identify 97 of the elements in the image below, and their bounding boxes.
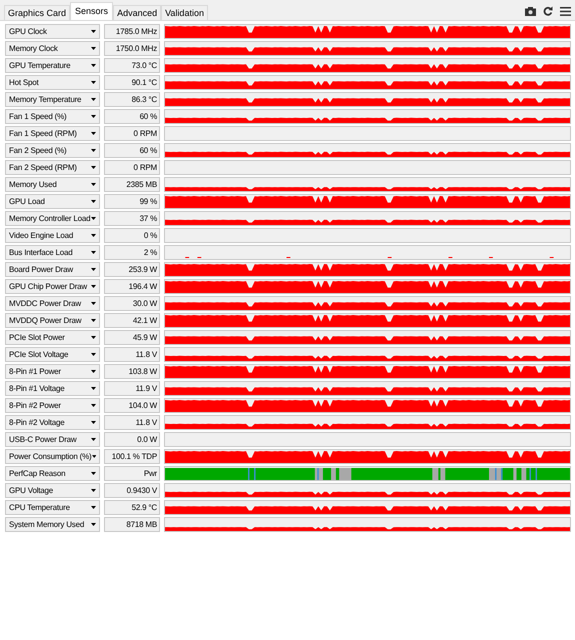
sensor-value[interactable]: 8718 MB (104, 517, 160, 532)
caret-icon (91, 285, 96, 288)
sensor-dropdown[interactable]: Fan 2 Speed (RPM) (5, 160, 100, 175)
sensor-value[interactable]: 0 RPM (104, 126, 160, 141)
sensor-value[interactable]: 0.9430 V (104, 483, 160, 498)
sensor-dropdown[interactable]: Memory Controller Load (5, 211, 100, 226)
sensor-value[interactable]: 103.8 W (104, 364, 160, 379)
caret-icon (91, 319, 96, 322)
caret-icon (91, 353, 96, 356)
sensor-value[interactable]: 37 % (104, 211, 160, 226)
caret-icon (91, 506, 96, 509)
sensor-value[interactable]: 90.1 °C (104, 75, 160, 90)
sensor-value[interactable]: 0.0 W (104, 432, 160, 447)
caret-icon (91, 64, 96, 67)
caret-icon (91, 149, 96, 152)
menu-icon[interactable] (560, 6, 571, 16)
sensor-value[interactable]: 2 % (104, 245, 160, 260)
caret-icon (91, 404, 96, 407)
caret-icon (91, 30, 96, 33)
camera-icon[interactable] (525, 6, 536, 16)
sensor-value[interactable]: 30.0 W (104, 296, 160, 311)
caret-icon (91, 472, 96, 475)
sensor-dropdown[interactable]: PCIe Slot Power (5, 330, 100, 345)
caret-icon (91, 234, 96, 237)
refresh-icon[interactable] (543, 6, 553, 16)
caret-icon (91, 336, 96, 339)
sensor-value[interactable]: 99 % (104, 194, 160, 209)
caret-icon (91, 387, 96, 390)
sensor-value[interactable]: 1750.0 MHz (104, 41, 160, 56)
sensor-value[interactable]: 11.8 V (104, 347, 160, 362)
sensor-dropdown[interactable]: CPU Temperature (5, 500, 100, 515)
sensor-value[interactable]: 52.9 °C (104, 500, 160, 515)
caret-icon (91, 302, 96, 305)
sensor-value[interactable]: 253.9 W (104, 262, 160, 277)
sensor-dropdown[interactable]: Fan 1 Speed (%) (5, 109, 100, 124)
sensor-value[interactable]: 60 % (104, 109, 160, 124)
caret-icon (91, 200, 96, 203)
sensor-dropdown[interactable]: Power Consumption (%) (5, 449, 100, 464)
caret-icon (91, 81, 96, 84)
sensor-dropdown[interactable]: System Memory Used (5, 517, 100, 532)
sensor-dropdown[interactable]: MVDDC Power Draw (5, 296, 100, 311)
tab[interactable]: Advanced (113, 5, 162, 20)
sensor-dropdown[interactable]: PCIe Slot Voltage (5, 347, 100, 362)
caret-icon (91, 421, 96, 424)
caret-icon (91, 268, 96, 271)
caret-icon (91, 438, 96, 441)
sensor-dropdown[interactable]: Board Power Draw (5, 262, 100, 277)
sensor-dropdown[interactable]: 8-Pin #2 Power (5, 398, 100, 413)
sensor-dropdown[interactable]: GPU Clock (5, 24, 100, 39)
caret-icon (91, 166, 96, 169)
sensor-value[interactable]: 104.0 W (104, 398, 160, 413)
sensor-dropdown[interactable]: Memory Used (5, 177, 100, 192)
sensor-value[interactable]: 2385 MB (104, 177, 160, 192)
sensor-value[interactable]: 45.9 W (104, 330, 160, 345)
sensor-dropdown[interactable]: Video Engine Load (5, 228, 100, 243)
caret-icon (91, 47, 96, 50)
sensor-dropdown[interactable]: Memory Temperature (5, 92, 100, 107)
sensor-dropdown[interactable]: USB-C Power Draw (5, 432, 100, 447)
caret-icon (91, 489, 96, 492)
sensor-value[interactable]: 1785.0 MHz (104, 24, 160, 39)
sensor-dropdown[interactable]: 8-Pin #1 Power (5, 364, 100, 379)
sensor-value[interactable]: Pwr (104, 466, 160, 481)
caret-icon (91, 98, 96, 101)
sensor-value[interactable]: 42.1 W (104, 313, 160, 328)
sensor-value[interactable]: 11.8 V (104, 415, 160, 430)
caret-icon (91, 183, 96, 186)
tab[interactable]: Graphics Card (4, 5, 70, 20)
caret-icon (91, 115, 96, 118)
caret-icon (91, 132, 96, 135)
sensor-dropdown[interactable]: 8-Pin #2 Voltage (5, 415, 100, 430)
sensor-dropdown[interactable]: Fan 2 Speed (%) (5, 143, 100, 158)
sensor-value[interactable]: 0 % (104, 228, 160, 243)
sensor-value[interactable]: 73.0 °C (104, 58, 160, 73)
sensor-dropdown[interactable]: GPU Voltage (5, 483, 100, 498)
sensor-value[interactable]: 11.9 V (104, 381, 160, 396)
sensor-dropdown[interactable]: 8-Pin #1 Voltage (5, 381, 100, 396)
tab[interactable]: Validation (161, 5, 208, 20)
sensor-value[interactable]: 86.3 °C (104, 92, 160, 107)
sensor-dropdown[interactable]: GPU Chip Power Draw (5, 279, 100, 294)
caret-icon (91, 251, 96, 254)
caret-icon (91, 370, 96, 373)
caret-icon (91, 523, 96, 526)
sensor-value[interactable]: 0 RPM (104, 160, 160, 175)
sensor-dropdown[interactable]: Fan 1 Speed (RPM) (5, 126, 100, 141)
sensor-dropdown[interactable]: PerfCap Reason (5, 466, 100, 481)
sensor-dropdown[interactable]: Bus Interface Load (5, 245, 100, 260)
caret-icon (92, 455, 96, 458)
caret-icon (91, 217, 96, 220)
sensor-dropdown[interactable]: Memory Clock (5, 41, 100, 56)
sensor-dropdown[interactable]: GPU Temperature (5, 58, 100, 73)
sensor-dropdown[interactable]: Hot Spot (5, 75, 100, 90)
sensor-dropdown[interactable]: MVDDQ Power Draw (5, 313, 100, 328)
sensor-dropdown[interactable]: GPU Load (5, 194, 100, 209)
tab[interactable]: Sensors (70, 2, 114, 20)
sensor-value[interactable]: 196.4 W (104, 279, 160, 294)
sensor-value[interactable]: 60 % (104, 143, 160, 158)
sensor-value[interactable]: 100.1 % TDP (104, 449, 160, 464)
